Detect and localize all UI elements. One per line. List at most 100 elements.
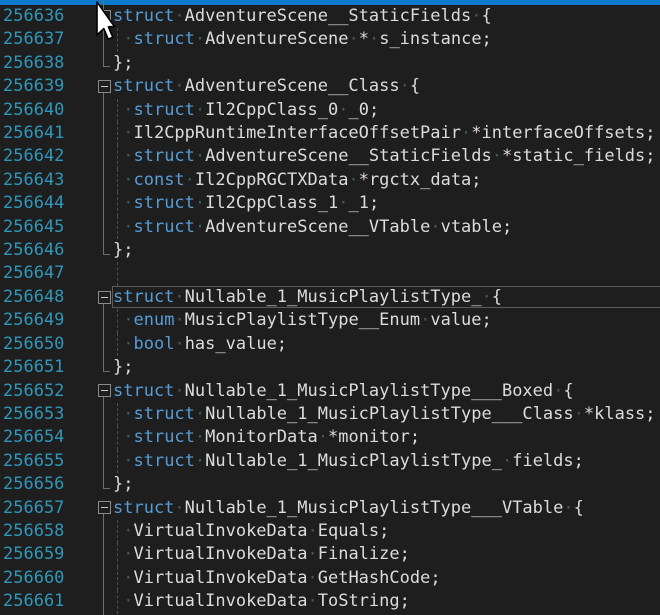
- code-text[interactable]: ·struct·Nullable_1_MusicPlaylistType_·fi…: [112, 450, 660, 473]
- code-token: ·: [502, 451, 512, 471]
- fold-collapse-icon[interactable]: [86, 286, 112, 309]
- code-token: ·: [400, 76, 410, 96]
- code-token: ·: [492, 146, 502, 166]
- code-token: Il2CppClass_1: [205, 193, 338, 213]
- code-token: struct: [133, 427, 194, 447]
- fold-margin: [86, 450, 112, 473]
- code-token: {: [492, 287, 502, 307]
- line-number[interactable]: 256653: [0, 403, 86, 426]
- code-text[interactable]: };: [112, 473, 660, 496]
- line-number[interactable]: 256643: [0, 169, 86, 192]
- code-text[interactable]: ·VirtualInvokeData·ToString;: [112, 590, 660, 613]
- line-number[interactable]: 256660: [0, 567, 86, 590]
- code-token: ·: [348, 170, 358, 190]
- code-token: ·: [307, 591, 317, 611]
- code-line: 256648 struct·Nullable_1_MusicPlaylistTyp…: [0, 286, 660, 309]
- code-token: ·: [471, 6, 481, 26]
- indent-guide: [117, 169, 118, 192]
- fold-margin: [86, 426, 112, 449]
- code-line: 256661 ·VirtualInvokeData·ToString;: [0, 590, 660, 613]
- code-line: 256646};: [0, 239, 660, 262]
- indent-guide: [117, 216, 118, 239]
- line-number[interactable]: 256661: [0, 590, 86, 613]
- code-text[interactable]: struct·AdventureScene__StaticFields·{: [112, 5, 660, 28]
- line-number[interactable]: 256657: [0, 497, 86, 520]
- code-text[interactable]: ·VirtualInvokeData·GetHashCode;: [112, 567, 660, 590]
- code-token: *rgctx_data;: [359, 170, 482, 190]
- line-number[interactable]: 256640: [0, 99, 86, 122]
- line-number[interactable]: 256650: [0, 333, 86, 356]
- code-text[interactable]: };: [112, 239, 660, 262]
- code-text[interactable]: ·struct·Nullable_1_MusicPlaylistType___C…: [112, 403, 660, 426]
- code-text[interactable]: ·struct·Il2CppClass_1·_1;: [112, 192, 660, 215]
- line-number[interactable]: 256651: [0, 356, 86, 379]
- code-token: struct: [133, 217, 194, 237]
- code-text[interactable]: ·struct·AdventureScene__VTable·vtable;: [112, 216, 660, 239]
- line-number[interactable]: 256656: [0, 473, 86, 496]
- code-text[interactable]: struct·Nullable_1_MusicPlaylistType___Bo…: [112, 380, 660, 403]
- code-token: ·: [174, 381, 184, 401]
- code-token: struct: [133, 146, 194, 166]
- code-text[interactable]: struct·AdventureScene__Class·{: [112, 75, 660, 98]
- code-token: Equals;: [318, 521, 390, 541]
- fold-margin: [86, 52, 112, 75]
- fold-margin: [86, 356, 112, 379]
- indent-guide: [117, 543, 118, 566]
- line-number[interactable]: 256648: [0, 286, 86, 309]
- code-text[interactable]: };: [112, 356, 660, 379]
- line-number[interactable]: 256641: [0, 122, 86, 145]
- indent-guide: [117, 590, 118, 613]
- code-token: Il2CppClass_0: [205, 100, 338, 120]
- indent-guide: [117, 426, 118, 449]
- code-token: Nullable_1_MusicPlaylistType___VTable: [185, 498, 564, 518]
- code-text[interactable]: ·Il2CppRuntimeInterfaceOffsetPair·*inter…: [112, 122, 660, 145]
- code-text[interactable]: ·struct·AdventureScene__StaticFields·*st…: [112, 145, 660, 168]
- code-text[interactable]: ·struct·MonitorData·*monitor;: [112, 426, 660, 449]
- line-number[interactable]: 256647: [0, 262, 86, 285]
- fold-collapse-icon[interactable]: [86, 497, 112, 520]
- code-token: ·: [195, 193, 205, 213]
- line-number[interactable]: 256649: [0, 309, 86, 332]
- code-token: struct: [133, 404, 194, 424]
- code-text[interactable]: ·const·Il2CppRGCTXData·*rgctx_data;: [112, 169, 660, 192]
- code-token: Finalize;: [318, 544, 410, 564]
- code-text[interactable]: struct·Nullable_1_MusicPlaylistType___VT…: [112, 497, 660, 520]
- code-text[interactable]: };: [112, 52, 660, 75]
- code-text[interactable]: ·struct·AdventureScene·*·s_instance;: [112, 28, 660, 51]
- code-text[interactable]: ·struct·Il2CppClass_0·_0;: [112, 99, 660, 122]
- line-number[interactable]: 256654: [0, 426, 86, 449]
- code-text[interactable]: ·VirtualInvokeData·Equals;: [112, 520, 660, 543]
- line-number[interactable]: 256644: [0, 192, 86, 215]
- line-number[interactable]: 256642: [0, 145, 86, 168]
- code-token: struct: [133, 100, 194, 120]
- fold-collapse-icon[interactable]: [86, 380, 112, 403]
- code-token: AdventureScene__StaticFields: [205, 146, 492, 166]
- line-number[interactable]: 256637: [0, 28, 86, 51]
- line-number[interactable]: 256636: [0, 5, 86, 28]
- line-number[interactable]: 256638: [0, 52, 86, 75]
- indent-guide: [117, 403, 118, 426]
- line-number[interactable]: 256658: [0, 520, 86, 543]
- fold-collapse-icon[interactable]: [86, 75, 112, 98]
- code-line: 256641 ·Il2CppRuntimeInterfaceOffsetPair…: [0, 122, 660, 145]
- code-token: VirtualInvokeData: [133, 568, 307, 588]
- line-number[interactable]: 256652: [0, 380, 86, 403]
- code-text[interactable]: ·bool·has_value;: [112, 333, 660, 356]
- line-number[interactable]: 256655: [0, 450, 86, 473]
- code-token: *monitor;: [328, 427, 420, 447]
- code-token: ·: [348, 29, 358, 49]
- code-token: };: [113, 240, 133, 260]
- code-token: enum: [133, 310, 174, 330]
- line-number[interactable]: 256646: [0, 239, 86, 262]
- indent-guide: [117, 333, 118, 356]
- code-text[interactable]: ·enum·MusicPlaylistType__Enum·value;: [112, 309, 660, 332]
- code-text[interactable]: struct·Nullable_1_MusicPlaylistType_·{: [112, 286, 660, 309]
- line-number[interactable]: 256645: [0, 216, 86, 239]
- code-text[interactable]: [112, 262, 660, 285]
- code-line: 256659 ·VirtualInvokeData·Finalize;: [0, 543, 660, 566]
- code-text[interactable]: ·VirtualInvokeData·Finalize;: [112, 543, 660, 566]
- line-number[interactable]: 256639: [0, 75, 86, 98]
- code-token: ·: [563, 498, 573, 518]
- line-number[interactable]: 256659: [0, 543, 86, 566]
- code-token: _0;: [348, 100, 379, 120]
